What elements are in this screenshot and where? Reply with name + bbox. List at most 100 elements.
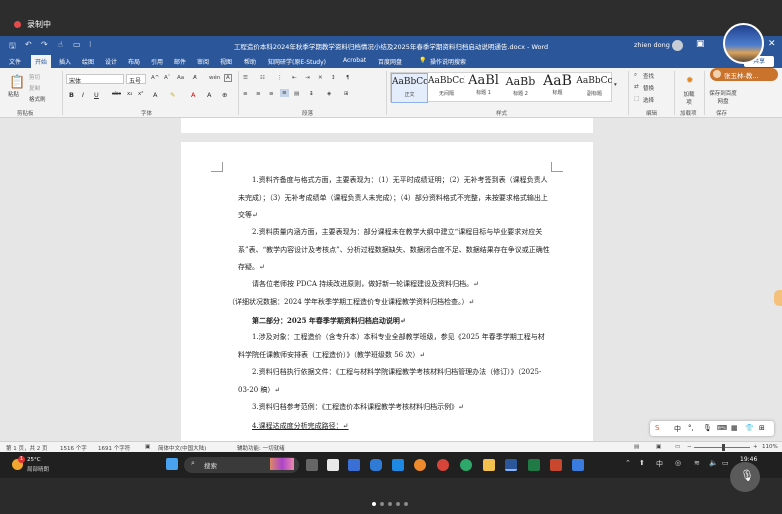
keyboard-icon[interactable]: ⌨ [717,424,727,432]
tray-icon[interactable]: ◎ [675,459,681,467]
tab-home[interactable]: 开始 [31,55,52,68]
style-title[interactable]: AaB 标题 [539,73,576,103]
powerpoint-icon[interactable] [550,459,562,471]
volume-icon[interactable]: 🔈 [709,459,718,467]
word-icon[interactable] [505,459,517,471]
ribbon-display-icon[interactable]: ▣ [696,39,705,49]
justify-icon[interactable]: ≡ [280,89,289,97]
align-center-icon[interactable]: ≡ [256,91,261,97]
grid-icon[interactable]: ⊞ [759,424,765,432]
body-paragraph[interactable]: 4.课程达成度分析完成路径：↵ [238,418,551,436]
accessibility-status[interactable]: 辅助功能: 一切就绪 [237,444,285,452]
tab-baidu-pan[interactable]: 百度网盘 [378,57,402,66]
style-heading-1[interactable]: AaBl 标题 1 [465,73,502,103]
document-page[interactable]: 1.资料齐备度与格式方面，主要表现为：（1）无平时成绩证明；（2）无补考签到表（… [181,142,593,441]
zoom-out-icon[interactable]: − [687,444,692,450]
bullets-icon[interactable]: ☰ [243,75,248,81]
decrease-indent-icon[interactable]: ⇤ [292,75,297,81]
numbering-icon[interactable]: ☷ [260,75,265,81]
weather-desc[interactable]: 局部晴朗 [27,465,49,473]
style-subtitle[interactable]: AaBbCc 副标题 [576,73,613,103]
subscript-icon[interactable]: x₂ [127,91,132,97]
file-explorer-icon[interactable] [483,459,495,471]
read-mode-icon[interactable]: ▤ [634,444,639,450]
side-assistant-icon[interactable] [774,290,782,306]
sort-icon[interactable]: ↕ [331,75,336,81]
skin-icon[interactable]: 👕 [745,424,754,432]
page-count[interactable]: 第 1 页，共 2 页 [6,444,48,452]
clear-format-icon[interactable]: A̸ [193,75,197,81]
char-count[interactable]: 1691 个字符 [98,444,130,452]
tab-references[interactable]: 引用 [151,57,163,66]
change-case-icon[interactable]: Aa [177,75,184,81]
select-button[interactable]: 选择 [643,96,654,104]
zoom-slider-thumb[interactable] [722,444,725,451]
distributed-icon[interactable]: ▤ [294,91,299,97]
sogou-logo-icon[interactable]: S [655,424,659,432]
line-spacing-icon[interactable]: ↨ [309,91,314,97]
shading-icon[interactable]: ◈ [327,91,331,97]
paste-icon[interactable]: 📋 [9,75,25,90]
char-border-icon[interactable]: A [224,74,232,82]
copy-button[interactable]: 复制 [29,84,40,92]
addins-button[interactable]: 加载项 [681,90,697,106]
text-effects-icon[interactable]: A [153,91,157,99]
superscript-icon[interactable]: x² [138,91,143,97]
print-layout-icon[interactable]: ▣ [656,444,661,450]
start-icon[interactable] [166,458,178,470]
tab-review[interactable]: 审阅 [197,57,209,66]
floating-mic-button[interactable]: 🎙 [730,462,760,492]
body-paragraph[interactable]: 3.资料归档参考范例：《工程造价本科课程教学考核材料归档示例》↵ [238,399,551,417]
body-paragraph[interactable]: 2.资料质量内涵方面，主要表现为：部分课程未在教学大纲中建立“课程目标与毕业要求… [238,224,551,277]
cut-button[interactable]: 剪切 [29,73,40,81]
app-icon[interactable] [437,459,449,471]
close-icon[interactable]: ✕ [768,39,776,49]
show-marks-icon[interactable]: ¶ [346,75,350,81]
tell-me-search[interactable]: 操作说明搜索 [430,57,466,66]
tab-cnki[interactable]: 知网研学(原E-Study) [268,57,326,66]
tab-insert[interactable]: 插入 [59,57,71,66]
ime-punct[interactable]: °, [688,424,694,432]
font-color-icon[interactable]: A [191,91,195,99]
grow-font-icon[interactable]: A^ [151,75,159,81]
replace-button[interactable]: 替换 [643,84,654,92]
section-heading[interactable]: 第二部分：2025 年春季学期资料归档启动说明↵ [238,312,551,330]
tab-mailings[interactable]: 邮件 [174,57,186,66]
weather-temp[interactable]: 25°C [27,457,41,463]
word-count[interactable]: 1516 个字 [60,444,87,452]
task-view-icon[interactable] [306,459,318,471]
firefox-icon[interactable] [414,459,426,471]
bold-icon[interactable]: B [69,91,74,99]
apps-icon[interactable]: ▦ [731,424,738,432]
font-size-select[interactable]: 五号 [126,74,146,85]
taskbar-search[interactable]: ⌕ 搜索 [184,457,299,473]
multilevel-list-icon[interactable]: ⋮ [277,75,283,81]
zoom-in-icon[interactable]: + [753,444,758,450]
body-paragraph[interactable]: 2.资料归档执行依据文件：《工程与材料学院课程教学考核材料归档管理办法（修订）》… [238,364,551,399]
tray-overflow-icon[interactable]: ⌃ [625,459,631,467]
highlight-icon[interactable]: ✎ [170,91,175,99]
body-paragraph[interactable]: 1.涉及对象：工程造价（含专升本）本科专业全部教学班级，参见《2025 年春季学… [238,329,551,364]
ime-tray-icon[interactable]: 中 [656,459,663,469]
style-normal[interactable]: AaBbCcD正文 [391,73,428,103]
document-canvas[interactable]: 1.资料齐备度与格式方面，主要表现为：（1）无平时成绩证明；（2）无补考签到表（… [0,118,782,441]
language[interactable]: 简体中文(中国大陆) [158,444,206,452]
tab-acrobat[interactable]: Acrobat [343,57,366,64]
borders-icon[interactable]: ⊞ [344,91,349,97]
app-icon[interactable] [370,459,382,471]
tab-view[interactable]: 视图 [220,57,232,66]
app-icon[interactable] [572,459,584,471]
user-avatar[interactable] [672,40,683,51]
strikethrough-icon[interactable]: abc [112,91,121,97]
app-icon[interactable] [348,459,360,471]
wifi-icon[interactable]: ≋ [694,459,700,467]
align-right-icon[interactable]: ≡ [269,91,274,97]
proofing-icon[interactable]: ▣ [145,444,150,450]
tab-draw[interactable]: 绘图 [82,57,94,66]
format-painter-button[interactable]: 格式刷 [29,95,46,103]
ime-mode[interactable]: 中 [674,424,681,434]
user-name[interactable]: zhien dong [634,41,670,49]
find-button[interactable]: 查找 [643,72,654,80]
underline-icon[interactable]: U [94,91,99,99]
zoom-level[interactable]: 110% [762,444,778,450]
